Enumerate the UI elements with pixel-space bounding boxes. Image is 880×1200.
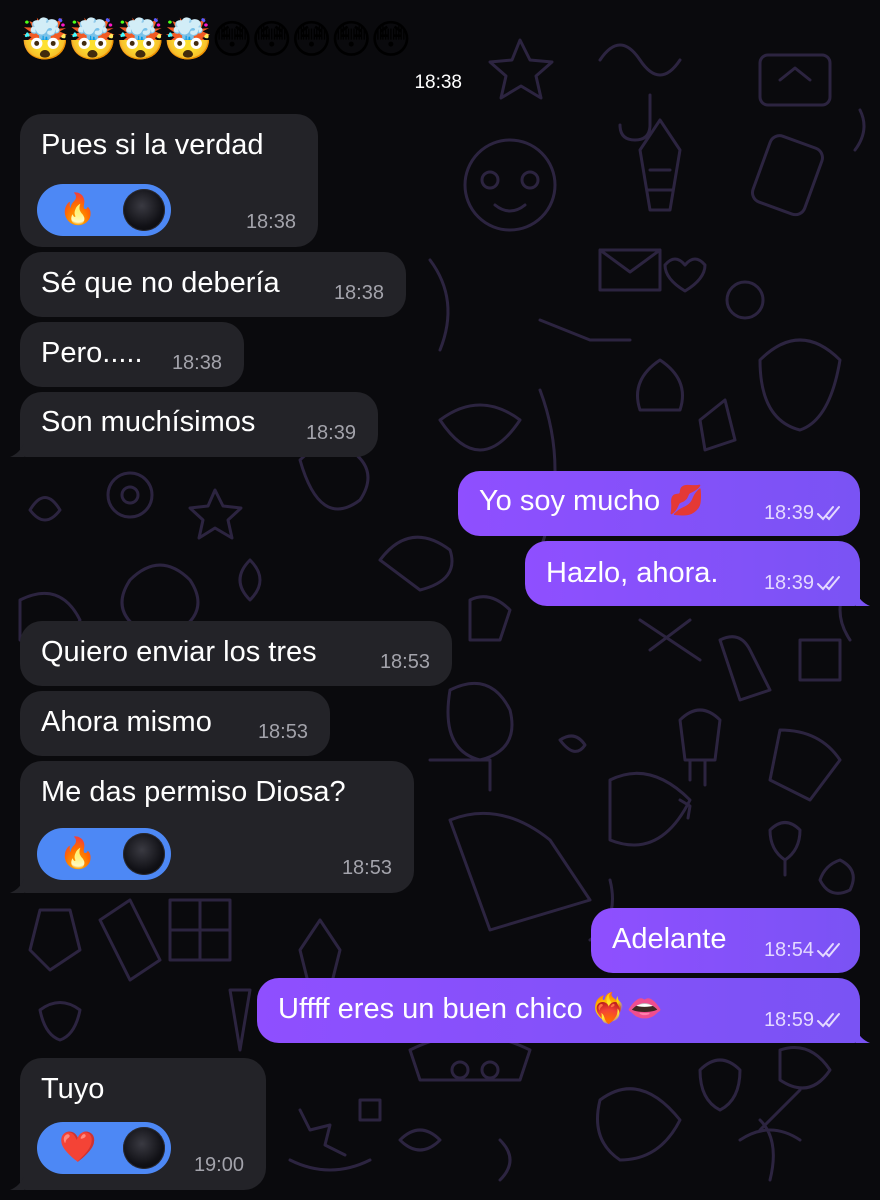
reaction-pill[interactable]: ❤️ bbox=[37, 1122, 171, 1174]
outgoing-message-bubble[interactable]: Uffff eres un buen chico ❤️‍🔥👄 18:59 bbox=[257, 978, 860, 1043]
bubble-tail bbox=[856, 592, 870, 606]
message-text: Adelante bbox=[612, 923, 727, 955]
heart-reaction-icon: ❤️ bbox=[59, 1131, 97, 1164]
message-timestamp: 18:38 bbox=[333, 282, 384, 304]
incoming-message-bubble[interactable]: Tuyo ❤️ 19:00 bbox=[20, 1058, 266, 1190]
message-text: Ahora mismo bbox=[41, 706, 212, 738]
message-text: Quiero enviar los tres bbox=[41, 636, 317, 668]
message-text: Yo soy mucho 💋 bbox=[479, 485, 705, 517]
message-time: 18:59 bbox=[763, 1009, 814, 1031]
double-check-icon bbox=[817, 506, 840, 521]
emoji-row: 🤯🤯🤯🤯😳😳😳😳😳 bbox=[20, 18, 412, 62]
message-text: Pero..... bbox=[41, 337, 143, 369]
message-text: Son muchísimos bbox=[41, 406, 256, 438]
bubble-tail bbox=[10, 443, 24, 457]
message-text: Hazlo, ahora. bbox=[546, 557, 719, 589]
message-timestamp: 18:53 bbox=[341, 857, 392, 879]
incoming-message-bubble[interactable]: Son muchísimos 18:39 bbox=[20, 392, 378, 457]
reactor-avatar bbox=[123, 1127, 165, 1169]
double-check-icon bbox=[817, 576, 840, 591]
message-timestamp: 18:38 bbox=[245, 211, 296, 233]
incoming-message-bubble[interactable]: Quiero enviar los tres 18:53 bbox=[20, 621, 452, 686]
message-timestamp: 18:39 bbox=[764, 502, 846, 525]
message-text: Sé que no debería bbox=[41, 267, 280, 299]
outgoing-message-bubble[interactable]: Hazlo, ahora. 18:39 bbox=[525, 541, 860, 606]
reactor-avatar bbox=[123, 833, 165, 875]
incoming-message-bubble[interactable]: Pero..... 18:38 bbox=[20, 322, 244, 387]
message-timestamp: 18:53 bbox=[379, 651, 430, 673]
message-text: Pues si la verdad bbox=[41, 129, 264, 161]
double-check-icon bbox=[817, 1013, 840, 1028]
message-timestamp: 19:00 bbox=[193, 1154, 244, 1176]
message-text: Uffff eres un buen chico ❤️‍🔥👄 bbox=[278, 993, 663, 1025]
message-text: Tuyo bbox=[41, 1073, 105, 1105]
bubble-tail bbox=[10, 1176, 24, 1190]
double-check-icon bbox=[817, 943, 840, 958]
chat-area[interactable]: 🤯🤯🤯🤯😳😳😳😳😳 18:38 Pues si la verdad 🔥 18:3… bbox=[0, 0, 880, 1200]
bubble-tail bbox=[10, 879, 24, 893]
fire-reaction-icon: 🔥 bbox=[59, 837, 97, 870]
incoming-message-bubble[interactable]: Sé que no debería 18:38 bbox=[20, 252, 406, 317]
outgoing-message-bubble[interactable]: Adelante 18:54 bbox=[591, 908, 860, 973]
message-timestamp: 18:39 bbox=[305, 422, 356, 444]
message-text: Me das permiso Diosa? bbox=[41, 776, 346, 808]
message-time: 18:39 bbox=[763, 502, 814, 524]
reaction-pill[interactable]: 🔥 bbox=[37, 184, 171, 236]
message-timestamp: 18:59 bbox=[764, 1009, 846, 1032]
message-timestamp: 18:54 bbox=[764, 939, 846, 962]
message-time: 18:39 bbox=[763, 572, 814, 594]
incoming-message-bubble[interactable]: Ahora mismo 18:53 bbox=[20, 691, 330, 756]
message-timestamp: 18:39 bbox=[764, 572, 846, 595]
reactor-avatar bbox=[123, 189, 165, 231]
incoming-message-bubble[interactable]: Me das permiso Diosa? 🔥 18:53 bbox=[20, 761, 414, 893]
reaction-pill[interactable]: 🔥 bbox=[37, 828, 171, 880]
message-time: 18:54 bbox=[763, 939, 814, 961]
message-timestamp: 18:38 bbox=[171, 352, 222, 374]
top-emoji-message[interactable]: 🤯🤯🤯🤯😳😳😳😳😳 18:38 bbox=[20, 8, 462, 93]
message-timestamp: 18:38 bbox=[414, 72, 462, 93]
outgoing-message-bubble[interactable]: Yo soy mucho 💋 18:39 bbox=[458, 471, 860, 536]
bubble-tail bbox=[856, 1029, 870, 1043]
message-timestamp: 18:53 bbox=[257, 721, 308, 743]
incoming-message-bubble[interactable]: Pues si la verdad 🔥 18:38 bbox=[20, 114, 318, 247]
fire-reaction-icon: 🔥 bbox=[59, 193, 97, 226]
